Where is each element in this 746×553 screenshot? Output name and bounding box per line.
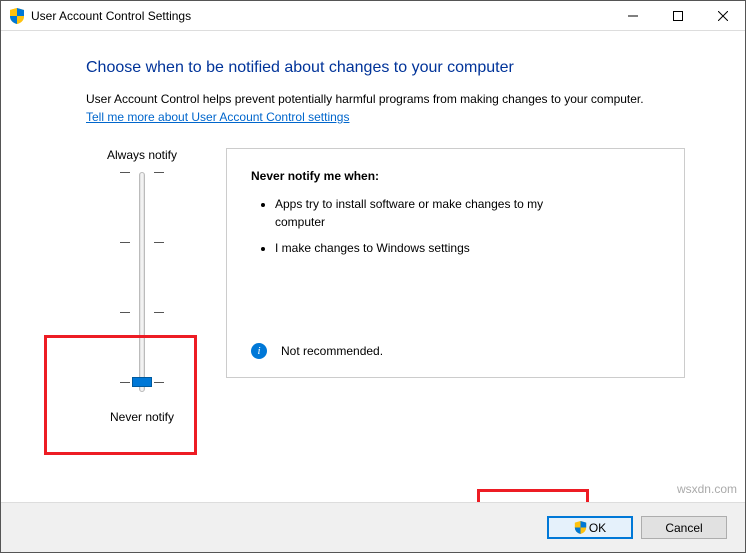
- window-title: User Account Control Settings: [31, 9, 610, 23]
- slider-label-bottom: Never notify: [86, 410, 198, 424]
- info-title: Never notify me when:: [251, 169, 660, 183]
- learn-more-link[interactable]: Tell me more about User Account Control …: [86, 110, 349, 124]
- notification-slider[interactable]: [86, 172, 198, 392]
- maximize-button[interactable]: [655, 1, 700, 30]
- info-icon: i: [251, 343, 267, 359]
- close-button[interactable]: [700, 1, 745, 30]
- recommendation-text: Not recommended.: [281, 344, 383, 358]
- titlebar: User Account Control Settings: [1, 1, 745, 31]
- minimize-button[interactable]: [610, 1, 655, 30]
- info-bullet: I make changes to Windows settings: [275, 239, 575, 257]
- cancel-button-label: Cancel: [665, 521, 702, 535]
- slider-column: Always notify Never notify: [86, 148, 198, 424]
- page-description: User Account Control helps prevent poten…: [86, 91, 685, 108]
- ok-button[interactable]: OK: [547, 516, 633, 539]
- slider-label-top: Always notify: [86, 148, 198, 162]
- shield-icon: [574, 521, 587, 534]
- info-bullet: Apps try to install software or make cha…: [275, 195, 575, 231]
- shield-icon: [9, 8, 25, 24]
- ok-button-label: OK: [589, 521, 606, 535]
- content-area: Choose when to be notified about changes…: [1, 31, 745, 424]
- info-panel: Never notify me when: Apps try to instal…: [226, 148, 685, 378]
- button-row: OK Cancel: [1, 502, 745, 552]
- slider-thumb[interactable]: [132, 377, 152, 387]
- cancel-button[interactable]: Cancel: [641, 516, 727, 539]
- watermark: wsxdn.com: [677, 482, 737, 496]
- page-heading: Choose when to be notified about changes…: [86, 59, 685, 77]
